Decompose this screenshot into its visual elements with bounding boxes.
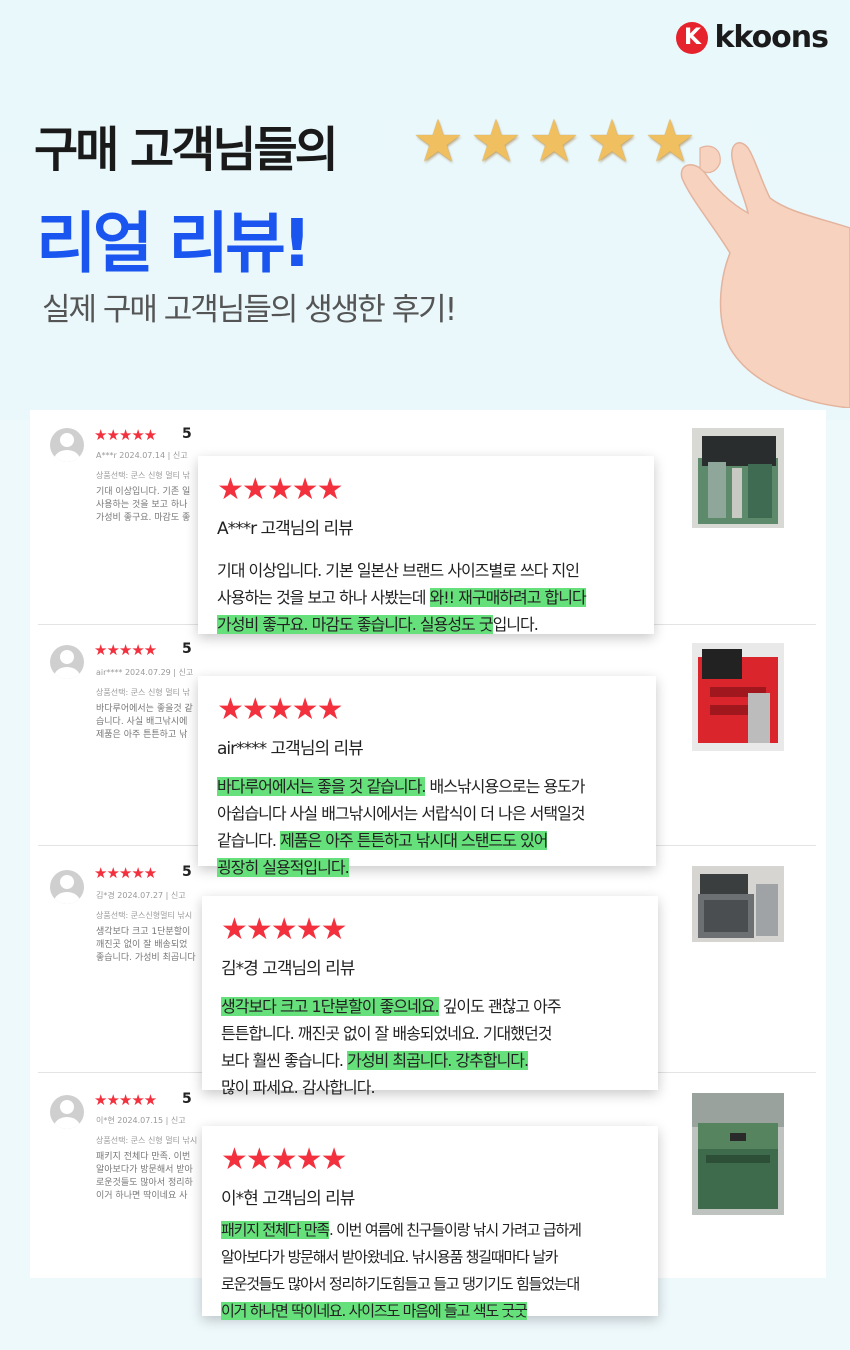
gold-star-icon: ★ <box>412 107 464 175</box>
headline-line2: 리얼 리뷰! <box>36 205 312 282</box>
avatar <box>50 428 84 462</box>
headline-line1: 구매 고객님들의 <box>34 122 339 178</box>
review-card: ★★★★★ 이*현 고객님의 리뷰 패키지 전체다 만족. 이번 여름에 친구들… <box>202 1126 658 1320</box>
reviewer-name: 이*현 고객님의 리뷰 <box>221 1189 355 1209</box>
reviewer-name: air**** 고객님의 리뷰 <box>217 739 364 759</box>
subheadline: 실제 구매 고객님들의 생생한 후기! <box>42 292 457 328</box>
review-card: ★★★★★ A***r 고객님의 리뷰 기대 이상입니다. 기본 일본산 브랜드… <box>198 456 654 634</box>
avatar <box>50 645 84 679</box>
review-meta: 이*현 2024.07.15 | 신고 <box>96 1116 186 1125</box>
card-star-rating: ★★★★★ <box>221 912 347 947</box>
reviewer-name: A***r 고객님의 리뷰 <box>217 519 354 539</box>
green-tackle-box-photo-icon[interactable] <box>692 1093 784 1215</box>
avatar <box>50 870 84 904</box>
brand-name: kkoons <box>714 20 829 55</box>
small-star-rating: ★★★★★ <box>94 864 157 882</box>
product-option: 상품선택: 쿤스신형멀티 낚시 <box>96 911 193 920</box>
small-star-rating: ★★★★★ <box>94 1091 157 1109</box>
rating-score: 5 <box>182 1091 192 1107</box>
review-meta: air**** 2024.07.29 | 신고 <box>96 668 194 677</box>
product-option: 상품선택: 쿤스 신형 멀티 낚시 <box>96 1136 198 1145</box>
gold-star-icon: ★ <box>470 107 522 175</box>
review-body: 바다루어에서는 좋을 것 같습니다. 배스낚시용으로는 용도가 아쉽습니다 사실… <box>217 777 586 877</box>
review-card: ★★★★★ 김*경 고객님의 리뷰 생각보다 크고 1단분할이 좋으네요. 깊이… <box>202 896 658 1097</box>
small-star-rating: ★★★★★ <box>94 641 157 659</box>
review-excerpt: 바다루어에서는 좋을것 같 습니다. 사실 배그낚시에 제품은 아주 튼튼하고 … <box>96 704 193 740</box>
gold-star-icon: ★ <box>528 107 580 175</box>
gold-star-icon: ★ <box>586 107 638 175</box>
open-tackle-box-photo-icon[interactable] <box>692 866 784 942</box>
review-excerpt: 패키지 전체다 만족. 이번 알아보다가 방문해서 받아 로운것들도 많아서 정… <box>96 1152 193 1201</box>
rating-score: 5 <box>182 426 192 442</box>
review-body: 생각보다 크고 1단분할이 좋으네요. 깊이도 괜찮고 아주 튼튼합니다. 깨진… <box>221 997 562 1097</box>
rating-score: 5 <box>182 641 192 657</box>
review-meta: 김*경 2024.07.27 | 신고 <box>96 891 186 900</box>
review-excerpt: 기대 이상입니다. 기존 일 사용하는 것을 보고 하나 가성비 좋구요. 마감… <box>96 487 191 523</box>
card-star-rating: ★★★★★ <box>217 692 343 727</box>
hand-illustration <box>680 142 850 408</box>
red-tackle-box-photo-icon[interactable] <box>692 643 784 751</box>
small-star-rating: ★★★★★ <box>94 426 157 444</box>
avatar <box>50 1095 84 1129</box>
review-meta: A***r 2024.07.14 | 신고 <box>96 451 188 460</box>
product-option: 상품선택: 쿤스 신형 멀티 낚 <box>96 471 190 480</box>
review-excerpt: 생각보다 크고 1단분할이 깨진곳 없이 잘 배송되었 좋습니다. 가성비 최곱… <box>96 927 196 963</box>
product-option: 상품선택: 쿤스 신형 멀티 낚 <box>96 688 190 697</box>
review-card: ★★★★★ air**** 고객님의 리뷰 바다루어에서는 좋을 것 같습니다.… <box>198 676 656 877</box>
reviewer-name: 김*경 고객님의 리뷰 <box>221 959 355 979</box>
review-body: 패키지 전체다 만족. 이번 여름에 친구들이랑 낚시 가려고 급하게 알아보다… <box>221 1221 582 1320</box>
tackle-box-photo-icon[interactable] <box>692 428 784 528</box>
card-star-rating: ★★★★★ <box>221 1142 347 1177</box>
brand-logo[interactable]: K kkoons <box>676 20 829 55</box>
brand-mark-icon: K <box>676 21 709 54</box>
card-star-rating: ★★★★★ <box>217 472 343 507</box>
rating-score: 5 <box>182 864 192 880</box>
review-body: 기대 이상입니다. 기본 일본산 브랜드 사이즈별로 쓰다 지인 사용하는 것을… <box>217 561 587 634</box>
gold-star-rating: ★ ★ ★ ★ ★ <box>412 112 696 170</box>
